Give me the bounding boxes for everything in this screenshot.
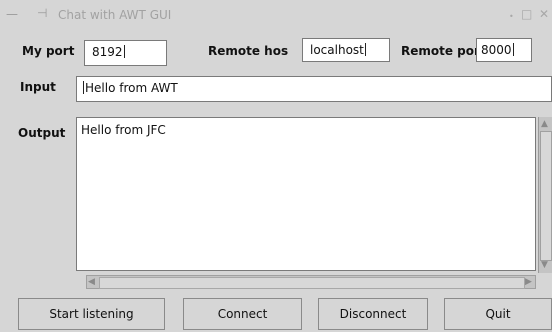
maximize-icon[interactable]: □ (521, 7, 532, 21)
connect-button[interactable]: Connect (183, 298, 302, 330)
vertical-scrollbar[interactable]: ▲ ▼ (538, 117, 552, 273)
my-port-label: My port (22, 44, 75, 58)
output-label: Output (18, 126, 66, 140)
pin-icon[interactable]: ⊣ (37, 6, 47, 20)
scroll-up-arrow-icon[interactable]: ▲ (541, 119, 548, 129)
title-bar[interactable]: — ⊣ Chat with AWT GUI • □ ✕ (0, 0, 552, 30)
horizontal-scroll-thumb[interactable] (99, 277, 525, 289)
remote-host-field[interactable]: localhost (302, 38, 390, 62)
minimize-icon[interactable]: • (509, 10, 514, 24)
window-menu-icon[interactable]: — (6, 7, 18, 21)
vertical-scroll-thumb[interactable] (540, 131, 552, 261)
close-icon[interactable]: ✕ (539, 7, 549, 21)
output-text-area[interactable]: Hello from JFC (76, 117, 536, 271)
scroll-right-arrow-icon[interactable]: ▶ (525, 277, 532, 287)
output-content: Hello from JFC (81, 123, 166, 137)
scroll-down-arrow-icon[interactable]: ▼ (541, 260, 548, 270)
text-caret (83, 81, 84, 94)
text-caret (123, 45, 125, 58)
my-port-field[interactable]: 8192 (84, 40, 167, 66)
start-listening-button[interactable]: Start listening (18, 298, 165, 330)
remote-port-value: 8000 (481, 43, 512, 57)
horizontal-scrollbar[interactable]: ◀ ▶ (86, 275, 536, 289)
input-value: Hello from AWT (85, 81, 178, 95)
input-label: Input (20, 80, 56, 94)
remote-port-label: Remote por (401, 44, 480, 58)
text-caret (512, 43, 514, 56)
input-field[interactable]: Hello from AWT (76, 76, 552, 102)
remote-host-label: Remote hos (208, 44, 289, 58)
text-caret (364, 43, 366, 56)
remote-port-field[interactable]: 8000 (476, 38, 532, 62)
my-port-value: 8192 (92, 45, 123, 59)
quit-button[interactable]: Quit (444, 298, 552, 330)
scroll-left-arrow-icon[interactable]: ◀ (88, 277, 95, 287)
window-title: Chat with AWT GUI (58, 8, 172, 22)
remote-host-value: localhost (310, 43, 364, 57)
disconnect-button[interactable]: Disconnect (318, 298, 428, 330)
